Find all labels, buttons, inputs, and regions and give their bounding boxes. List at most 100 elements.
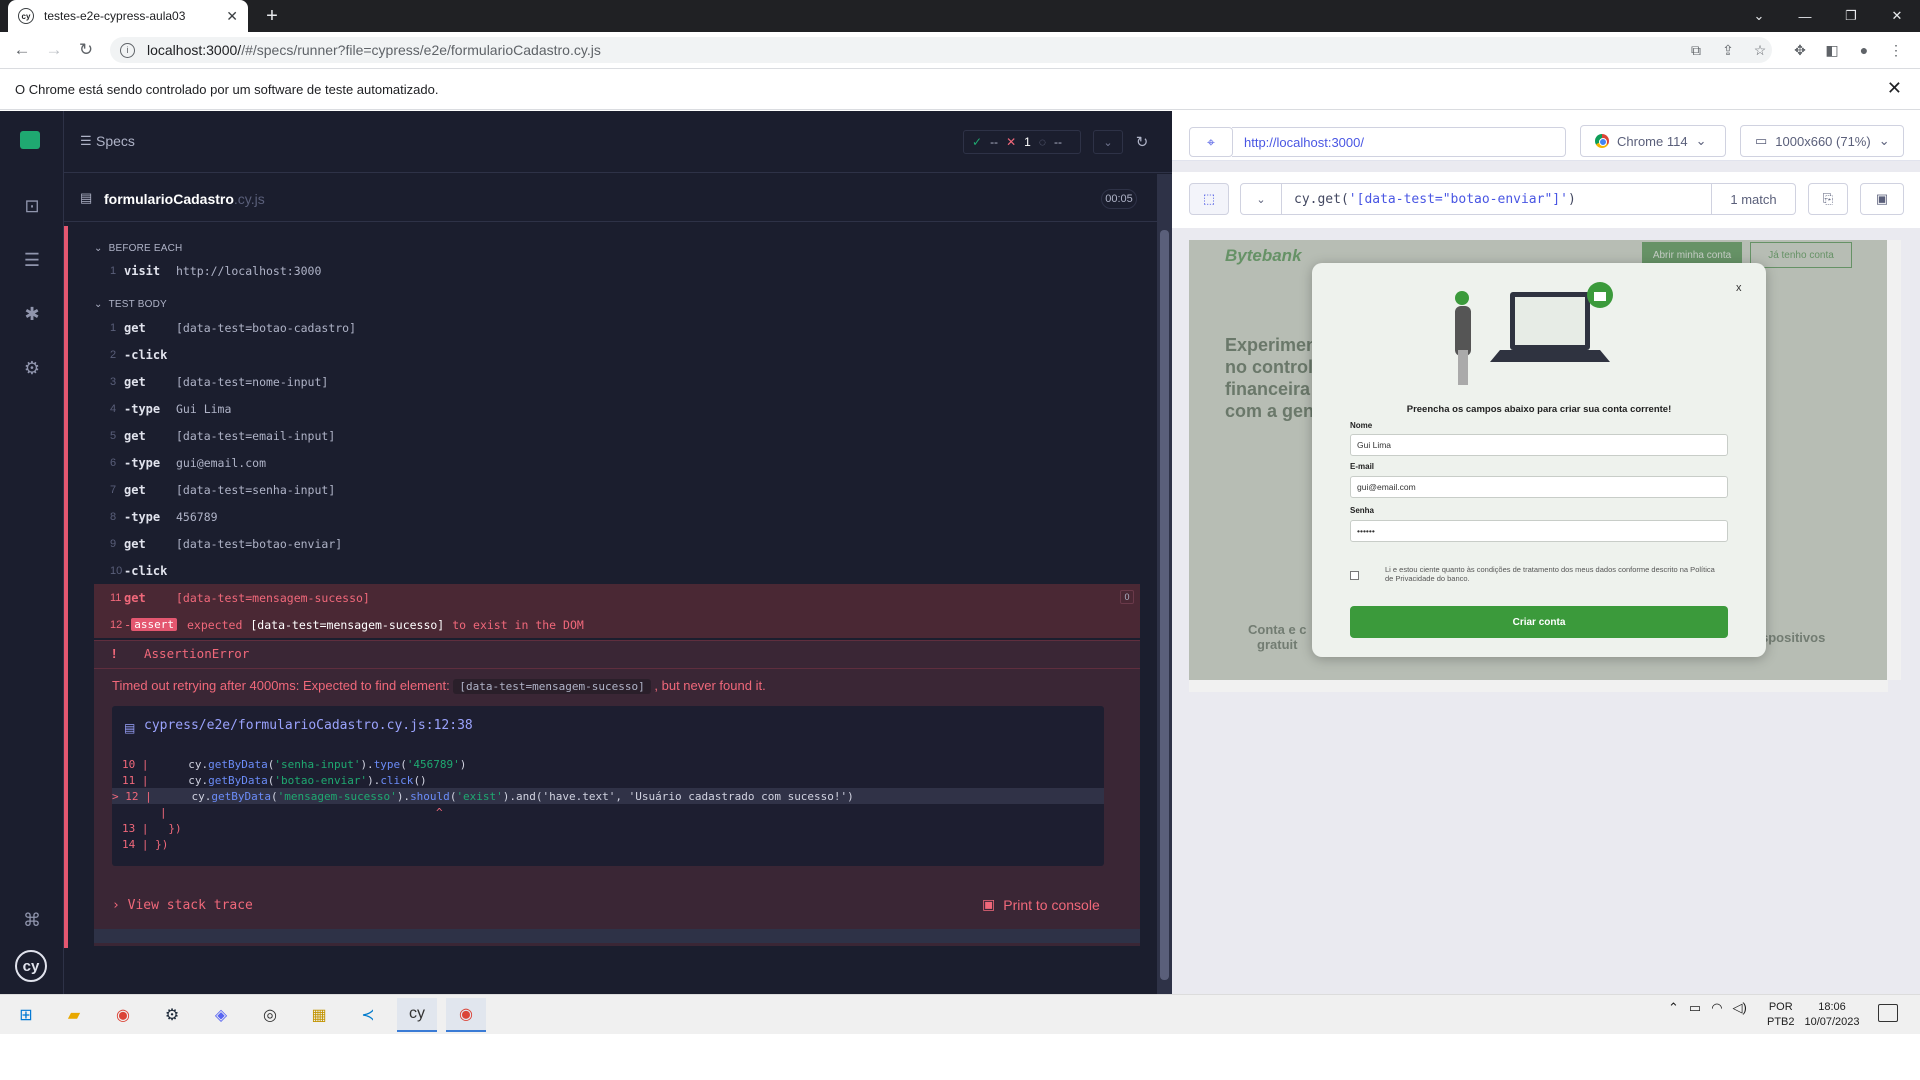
view-stack-trace-button[interactable]: › View stack trace [112,898,253,913]
url-host: localhost:3000/ [147,42,242,58]
spec-file-name: formularioCadastro.cy.js [104,191,265,207]
debug-icon[interactable]: ✱ [18,300,46,328]
print-icon[interactable]: ▣ [1860,183,1904,215]
command-row-11[interactable]: 11 get [data-test=mensagem-sucesso] [94,584,1140,611]
name-input[interactable]: Gui Lima [1350,434,1728,456]
menu-icon[interactable]: ⋮ [1886,40,1906,60]
address-bar[interactable]: i localhost:3000/ /#/specs/runner?file=c… [110,37,1772,63]
app-scrollbar[interactable] [1887,240,1901,680]
modal-close-button[interactable]: x [1736,282,1742,294]
back-icon[interactable]: ← [8,36,36,64]
command-row[interactable]: 3 get [data-test=nome-input] [94,368,1140,395]
specs-list-icon[interactable]: ☰ [18,246,46,274]
clock[interactable]: 18:06 10/07/2023 [1800,1000,1864,1030]
chrome-active-icon[interactable]: ◉ [446,998,486,1032]
command-row[interactable]: 7 get [data-test=senha-input] [94,476,1140,503]
code-frame-path[interactable]: cypress/e2e/formularioCadastro.cy.js:12:… [144,718,473,733]
tab-title: testes-e2e-cypress-aula03 [44,9,186,23]
file-explorer-icon[interactable]: ▰ [54,998,94,1032]
failed-count: 1 [1024,135,1031,149]
chevron-down-icon[interactable]: ⌄ [1093,130,1123,154]
create-account-button[interactable]: Criar conta [1350,606,1728,638]
project-logo-icon[interactable] [20,131,40,149]
copy-icon[interactable]: ⎘ [1808,183,1848,215]
chrome-icon[interactable]: ◉ [103,998,143,1032]
command-row[interactable]: 5 get [data-test=email-input] [94,422,1140,449]
chevron-down-icon: ⌄ [1695,133,1707,148]
runs-icon[interactable]: ⊡ [18,192,46,220]
new-tab-button[interactable]: + [258,2,286,30]
info-icon[interactable]: i [120,42,135,58]
reload-icon[interactable]: ↻ [72,36,100,64]
scrollbar-thumb[interactable] [1160,230,1169,980]
vscode-icon[interactable]: ≺ [348,998,388,1032]
specs-label[interactable]: Specs [96,133,135,149]
game-icon[interactable]: ▦ [299,998,339,1032]
terms-checkbox[interactable] [1350,571,1359,580]
command-row[interactable]: 2 -click [94,341,1140,368]
cypress-logo-icon: cy [15,950,47,982]
code-line: 10 | cy.getByData('senha-input').type('4… [122,758,467,771]
language-indicator[interactable]: POR PTB2 [1767,1000,1795,1030]
viewport-info[interactable]: ▭ 1000x660 (71%) ⌄ [1740,125,1904,157]
infobar-close-icon[interactable]: ✕ [1887,78,1902,99]
app-h-scrollbar[interactable] [1189,680,1888,692]
print-to-console-button[interactable]: ▣ Print to console [982,896,1100,913]
chrome-icon [1595,134,1609,148]
minimize-button[interactable]: — [1782,0,1828,32]
command-row[interactable]: 4 -type Gui Lima [94,395,1140,422]
maximize-button[interactable]: ❐ [1828,0,1874,32]
code-line: 11 | cy.getByData('botao-enviar').click(… [122,774,427,787]
system-tray[interactable]: ⌃ ▭ ◠ ◁) [1668,1000,1747,1016]
github-desktop-icon[interactable]: ◎ [250,998,290,1032]
bookmark-star-icon[interactable]: ☆ [1750,40,1770,60]
command-row[interactable]: 6 -type gui@email.com [94,449,1140,476]
side-panel-icon[interactable]: ◧ [1822,40,1842,60]
command-row[interactable]: 1 visit http://localhost:3000 [94,257,1140,284]
close-window-button[interactable]: ✕ [1874,0,1920,32]
tab-close-icon[interactable]: ✕ [226,8,238,25]
windows-start-icon[interactable]: ⊞ [6,998,46,1032]
horizontal-scrollbar[interactable] [94,929,1140,943]
command-row[interactable]: 1 get [data-test=botao-cadastro] [94,314,1140,341]
chevron-down-icon: ⌄ [94,243,103,254]
browser-tab[interactable]: cy testes-e2e-cypress-aula03 ✕ [8,0,248,32]
profile-icon[interactable]: ● [1854,40,1874,60]
email-input[interactable]: gui@email.com [1350,476,1728,498]
automation-infobar: O Chrome está sendo controlado por um so… [0,68,1920,110]
terms-text: Li e estou ciente quanto às condições de… [1385,565,1715,583]
browser-selector[interactable]: Chrome 114 ⌄ [1580,125,1726,157]
crosshair-icon[interactable]: ⌖ [1189,127,1233,157]
command-row[interactable]: 10 -click [94,557,1140,584]
discord-icon[interactable]: ◈ [201,998,241,1032]
tab-search-icon[interactable]: ⌄ [1736,0,1782,32]
steam-icon[interactable]: ⚙ [152,998,192,1032]
code-line-error: > 12 | cy.getByData('mensagem-sucesso').… [112,790,854,803]
chevron-down-icon[interactable]: ⌄ [1240,183,1282,215]
selector-input[interactable]: cy.get('[data-test="botao-enviar"]') [1282,183,1712,215]
cypress-app-icon[interactable]: cy [397,998,437,1032]
before-each-header[interactable]: ⌄ BEFORE EACH [94,243,182,254]
extensions-icon[interactable]: ✥ [1790,40,1810,60]
translate-icon[interactable]: ⧉ [1686,40,1706,60]
notification-icon[interactable] [1878,1004,1898,1022]
divider [94,668,1140,669]
share-icon[interactable]: ⇪ [1718,40,1738,60]
test-body-header[interactable]: ⌄ TEST BODY [94,299,167,310]
error-message: Timed out retrying after 4000ms: Expecte… [112,678,766,694]
keyboard-shortcuts-icon[interactable]: ⌘ [18,906,46,934]
rerun-icon[interactable]: ↻ [1130,130,1154,154]
error-icon: ! [112,646,117,661]
aut-url[interactable]: http://localhost:3000/ [1232,127,1566,157]
selector-target-icon[interactable]: ⬚ [1189,183,1229,215]
password-input[interactable]: •••••• [1350,520,1728,542]
cypress-sidebar [0,111,64,994]
settings-gear-icon[interactable]: ⚙ [18,354,46,382]
command-row[interactable]: 9 get [data-test=botao-enviar] [94,530,1140,557]
command-row-12[interactable]: 12 - assert expected [data-test=mensagem… [94,611,1140,638]
command-row[interactable]: 8 -type 456789 [94,503,1140,530]
forward-icon[interactable]: → [40,36,68,64]
specs-toggle-icon[interactable]: ☰ [80,133,92,149]
code-line: 14 | }) [122,838,169,851]
test-stats: ✓ -- ✕ 1 ◌ -- [963,130,1081,154]
